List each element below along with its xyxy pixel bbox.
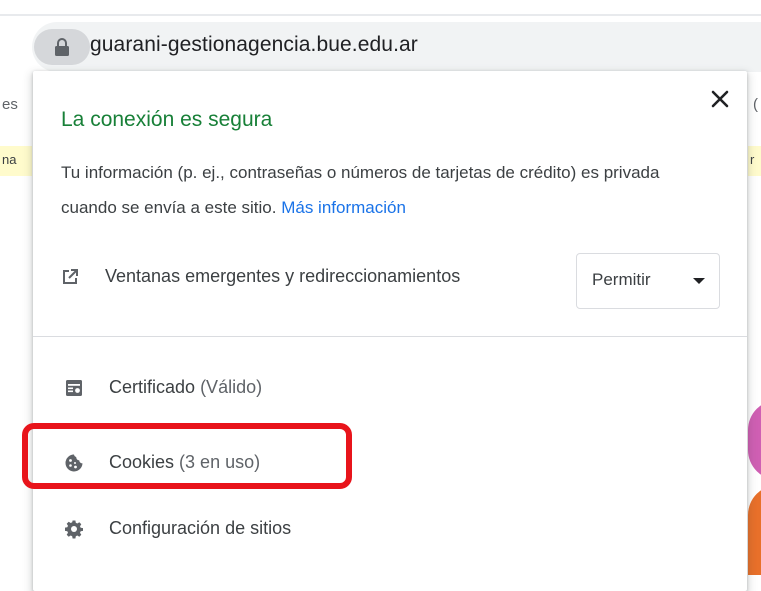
background-decoration [748,400,761,480]
permission-select[interactable]: Permitir [576,253,720,309]
background-tab-fragment: es [2,96,18,113]
permission-label: Ventanas emergentes y redireccionamiento… [105,266,461,286]
certificate-item[interactable]: Certificado (Válido) [33,363,747,413]
permission-row-popups: Ventanas emergentes y redireccionamiento… [61,266,460,287]
certificate-title: Certificado [109,377,196,397]
highlight-annotation [22,423,352,489]
close-icon [711,90,729,108]
background-banner-left: na [0,146,32,176]
close-button[interactable] [706,85,734,113]
page-info-popup: La conexión es segura Tu información (p.… [33,71,747,591]
background-decoration-orange [748,485,761,575]
learn-more-link[interactable]: Más información [281,198,406,217]
site-settings-item[interactable]: Configuración de sitios [33,504,747,554]
background-tab-fragment-right: ( [753,96,758,113]
connection-status-title: La conexión es segura [61,108,273,131]
lock-icon [55,38,69,56]
site-info-button[interactable] [34,29,90,65]
background-banner-text-right: r [750,152,755,167]
open-in-new-icon [63,268,78,284]
certificate-label: Certificado (Válido) [109,377,262,398]
certificate-icon [66,380,82,396]
permission-select-value: Permitir [592,270,651,289]
certificate-status: (Válido) [200,377,263,397]
url-text[interactable]: guarani-gestionagencia.bue.edu.ar [90,33,418,57]
background-banner-text: na [2,152,17,167]
divider [33,336,747,337]
site-settings-label: Configuración de sitios [109,518,292,538]
gear-icon [65,520,83,539]
connection-description: Tu información (p. ej., contraseñas o nú… [61,155,701,225]
caret-down-icon [693,278,705,284]
background-banner-right: r [748,146,761,176]
tab-strip [0,0,761,16]
